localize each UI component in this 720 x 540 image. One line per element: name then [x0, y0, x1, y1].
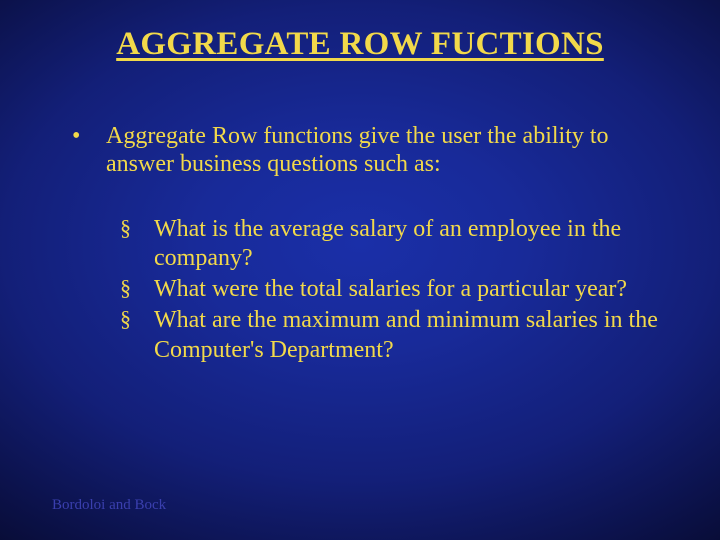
sub-item: What are the maximum and minimum salarie… [120, 306, 660, 365]
sub-text: What are the maximum and minimum salarie… [154, 306, 660, 365]
section-mark-icon [120, 306, 154, 333]
section-mark-icon [120, 215, 154, 242]
slide-content: Aggregate Row functions give the user th… [72, 122, 660, 367]
bullet-text: Aggregate Row functions give the user th… [106, 122, 660, 179]
slide-title: AGGREGATE ROW FUCTIONS [0, 26, 720, 63]
bullet-item: Aggregate Row functions give the user th… [72, 122, 660, 179]
footer-credit: Bordoloi and Bock [52, 497, 166, 514]
sub-item: What were the total salaries for a parti… [120, 275, 660, 304]
sub-text: What were the total salaries for a parti… [154, 275, 660, 304]
bullet-dot-icon [72, 122, 106, 150]
sub-list: What is the average salary of an employe… [120, 215, 660, 365]
section-mark-icon [120, 275, 154, 302]
sub-item: What is the average salary of an employe… [120, 215, 660, 274]
sub-text: What is the average salary of an employe… [154, 215, 660, 274]
slide: AGGREGATE ROW FUCTIONS Aggregate Row fun… [0, 0, 720, 540]
